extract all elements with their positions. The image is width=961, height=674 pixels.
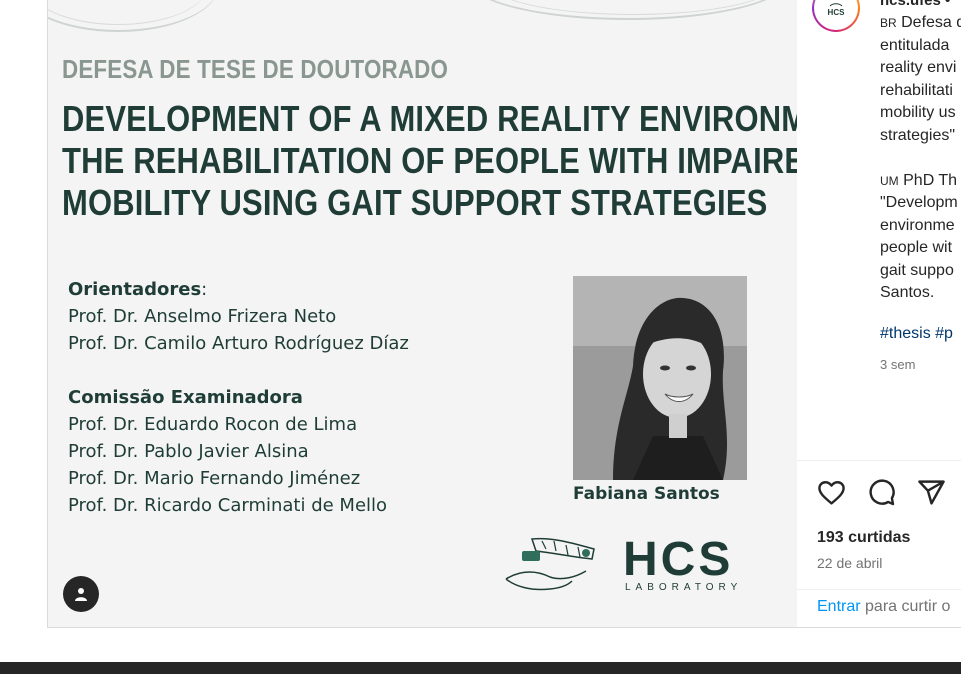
caption-line: BR Defesa de bbox=[880, 14, 961, 31]
advisors-heading: Orientadores: bbox=[68, 279, 208, 300]
caption-line: people wit bbox=[880, 239, 953, 256]
divider bbox=[797, 460, 961, 461]
post-image[interactable]: DEFESA DE TESE DE DOUTORADO DEVELOPMENT … bbox=[47, 0, 797, 628]
user-tag-button[interactable] bbox=[63, 576, 99, 612]
share-button[interactable] bbox=[917, 478, 946, 507]
hashtag-links[interactable]: #thesis #p bbox=[880, 325, 953, 343]
logo-text: HCS bbox=[623, 533, 734, 586]
caption-timestamp[interactable]: 3 sem bbox=[880, 357, 915, 372]
post-date[interactable]: 22 de abril bbox=[817, 555, 882, 571]
footer-bar bbox=[0, 662, 961, 674]
post-sidebar: HCS hcs.ufes • BR Defesa de entitulada r… bbox=[797, 0, 961, 628]
likes-count[interactable]: 193 curtidas bbox=[817, 529, 910, 547]
committee-heading: Comissão Examinadora bbox=[68, 387, 303, 408]
instagram-post-page: DEFESA DE TESE DE DOUTORADO DEVELOPMENT … bbox=[0, 0, 961, 674]
caption-line: "Developm bbox=[880, 194, 958, 211]
committee-item: Prof. Dr. Eduardo Rocon de Lima bbox=[68, 414, 358, 435]
caption-line: gait suppo bbox=[880, 261, 954, 279]
login-link[interactable]: Entrar bbox=[817, 598, 861, 615]
committee-item: Prof. Dr. Ricardo Carminati de Mello bbox=[68, 495, 388, 516]
caption-line: strategies" bbox=[880, 126, 956, 144]
post-title-line: THE REHABILITATION OF PEOPLE WITH IMPAIR… bbox=[62, 140, 797, 181]
username-link[interactable]: hcs.ufes • bbox=[880, 0, 950, 9]
committee-item: Prof. Dr. Pablo Javier Alsina bbox=[68, 441, 309, 462]
post-title-line: MOBILITY USING GAIT SUPPORT STRATEGIES bbox=[62, 182, 768, 223]
post-actions bbox=[817, 478, 946, 507]
avatar-logo-icon bbox=[829, 2, 843, 6]
caption-line: entitulada bbox=[880, 36, 950, 54]
avatar-text: HCS bbox=[827, 7, 845, 17]
share-icon bbox=[918, 480, 945, 505]
caption-line: UM PhD Th bbox=[880, 171, 958, 189]
logo-subtext: LABORATORY bbox=[625, 582, 743, 593]
caption-line: Santos. bbox=[880, 284, 935, 301]
post-title-line: DEVELOPMENT OF A MIXED REALITY ENVIRONME… bbox=[62, 98, 797, 139]
committee-item: Prof. Dr. Mario Fernando Jiménez bbox=[68, 468, 361, 489]
user-tag-icon bbox=[75, 588, 87, 601]
divider bbox=[797, 589, 961, 590]
post-subtitle: DEFESA DE TESE DE DOUTORADO bbox=[62, 54, 449, 84]
caption-line: rehabilitati bbox=[880, 81, 953, 99]
caption-line: mobility us bbox=[880, 104, 956, 121]
login-prompt: Entrar para curtir o bbox=[817, 598, 950, 616]
like-button[interactable] bbox=[817, 478, 846, 507]
heart-icon bbox=[818, 481, 845, 505]
post-title: DEVELOPMENT OF A MIXED REALITY ENVIRONME… bbox=[62, 98, 797, 224]
candidate-name: Fabiana Santos bbox=[573, 484, 720, 504]
advisor-item: Prof. Dr. Camilo Arturo Rodríguez Díaz bbox=[68, 333, 409, 354]
caption-line: reality envi bbox=[880, 59, 957, 76]
candidate-photo bbox=[573, 276, 747, 480]
post-caption: BR Defesa de entitulada reality envi reh… bbox=[880, 12, 961, 305]
caption-line: environme bbox=[880, 216, 955, 234]
people-list: Orientadores: Prof. Dr. Anselmo Frizera … bbox=[68, 276, 409, 519]
login-prompt-text: para curtir o bbox=[860, 598, 951, 615]
hcs-laboratory-logo: HCS LABORATORY bbox=[623, 533, 743, 594]
comment-button[interactable] bbox=[867, 478, 896, 507]
profile-avatar[interactable]: HCS bbox=[812, 0, 860, 32]
comment-icon bbox=[869, 479, 895, 506]
hand-robot-logo-icon bbox=[502, 533, 602, 595]
advisor-item: Prof. Dr. Anselmo Frizera Neto bbox=[68, 306, 337, 327]
